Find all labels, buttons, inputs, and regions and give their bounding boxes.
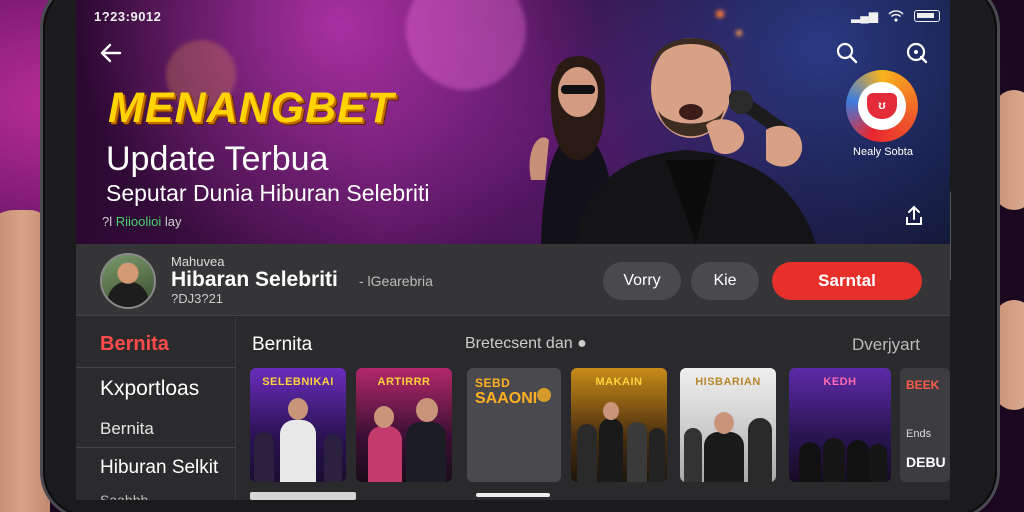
video-thumbnail[interactable]: KEDH: [789, 368, 891, 482]
hero-subtitle: Update Terbua: [106, 140, 329, 178]
signal-icon: ▂▄▆: [851, 9, 878, 23]
hero-tagline: Seputar Dunia Hiburan Selebriti: [106, 180, 430, 206]
thumbnail-figure: [847, 440, 869, 482]
thumbnail-figure: [684, 428, 702, 482]
channel-extra: - lGearebria: [359, 273, 433, 289]
thumbnail-face: [603, 402, 619, 420]
home-indicator[interactable]: [476, 493, 550, 497]
back-arrow-icon[interactable]: [98, 40, 124, 66]
hero-meta: ?l Riioolioi lay: [102, 214, 182, 229]
sidebar-item-active[interactable]: Bernita: [100, 333, 169, 356]
share-icon[interactable]: [902, 204, 926, 228]
sidebar-item[interactable]: Kxportloas: [100, 377, 199, 401]
thumbnail-figure: [627, 422, 647, 482]
man-singer-figure: [576, 38, 816, 244]
thumbnail-figure: [869, 444, 887, 482]
thumbnail-face: [714, 412, 734, 434]
thumbnail-face: [288, 398, 308, 420]
video-thumbnail[interactable]: MAKAIN: [571, 368, 667, 482]
thumbnail-label: HISBARIAN: [695, 376, 761, 388]
sidebar: Bernita Kxportloas Bernita Hiburan Selki…: [76, 317, 236, 500]
thumbnail-title: SAAONI: [475, 390, 538, 407]
status-time: 1?23:9012: [94, 9, 162, 24]
thumbnail-figure: [368, 426, 402, 482]
video-thumbnail[interactable]: HISBARIAN: [680, 368, 776, 482]
channel-bar: Mahuvea Hibaran Selebriti - lGearebria ?…: [76, 244, 950, 316]
thumbnail-figure: [799, 442, 821, 482]
thumbnail-label: SELEBNIKAI: [262, 376, 334, 388]
hero-banner: 1?23:9012 ▂▄▆ ʊ Nealy Sobta MENANGBET Up…: [76, 0, 950, 244]
thumbnail-figure: [280, 420, 316, 482]
status-bar: 1?23:9012 ▂▄▆: [94, 9, 940, 25]
hero-title: MENANGBET: [108, 84, 395, 132]
thumbnail-figure: [324, 434, 342, 482]
section-filter[interactable]: Bretecsent dan ●: [465, 335, 587, 353]
sidebar-item[interactable]: Saahhh: [100, 492, 148, 500]
hero-meta-suffix: lay: [164, 214, 182, 229]
hero-meta-highlight: Riioolioi: [115, 214, 162, 229]
badge-icon: [537, 388, 551, 402]
video-thumbnail[interactable]: SELEBNIKAI: [250, 368, 346, 482]
thumbnail-figure: [704, 432, 744, 482]
divider: [76, 447, 236, 448]
wifi-icon: [888, 10, 904, 22]
action-button-1[interactable]: Vorry: [603, 262, 681, 300]
thumbnail-label: ARTIRRR: [377, 376, 431, 388]
thumbnail-label: MAKAIN: [595, 376, 643, 388]
channel-subline: ?DJ3?21: [171, 291, 224, 306]
see-all-link[interactable]: Dverjyart: [852, 335, 920, 355]
video-thumbnail[interactable]: ARTIRRR: [356, 368, 452, 482]
brand-caption: Nealy Sobta: [853, 146, 913, 158]
primary-action-button[interactable]: Sarntal: [772, 262, 922, 300]
divider: [76, 367, 236, 368]
brand-logo[interactable]: ʊ: [846, 70, 918, 142]
channel-small-label: Mahuvea: [171, 254, 225, 269]
section-title: Bernita: [252, 334, 313, 355]
app-screen: 1?23:9012 ▂▄▆ ʊ Nealy Sobta MENANGBET Up…: [76, 0, 950, 500]
thumbnail-figure: [823, 438, 845, 482]
thumbnail-figure: [599, 418, 623, 482]
battery-icon: [914, 10, 940, 22]
video-thumbnail[interactable]: BEEK Ends DEBU: [900, 368, 950, 482]
thumbnail-figure: [649, 428, 665, 482]
brand-mark-icon: ʊ: [867, 93, 897, 119]
search-icon[interactable]: [904, 40, 930, 66]
thumbnail-figure: [406, 422, 446, 482]
hero-meta-prefix: ?l: [102, 214, 113, 229]
search-icon[interactable]: [834, 40, 860, 66]
chevron-icon: ●: [577, 335, 587, 352]
brand-logo-inner: ʊ: [858, 82, 906, 130]
thumbnail-tag: DEBU: [906, 454, 946, 470]
thumbnail-figure: [748, 418, 772, 482]
section-filter-label: Bretecsent dan: [465, 335, 573, 352]
video-thumbnail[interactable]: SEBD SAAONI: [467, 368, 561, 482]
channel-avatar[interactable]: [100, 253, 156, 309]
action-button-2[interactable]: Kie: [691, 262, 759, 300]
thumbnail-face: [416, 398, 438, 422]
sidebar-item[interactable]: Hiburan Selkit: [100, 457, 218, 479]
thumbnail-figure: [254, 432, 274, 482]
thumbnail-label: BEEK: [906, 378, 940, 392]
thumbnail-figure: [577, 424, 597, 482]
thumbnail-label: KEDH: [823, 376, 857, 388]
thumbnail-subtext: Ends: [906, 428, 932, 440]
channel-name[interactable]: Hibaran Selebriti: [171, 268, 338, 292]
scroll-indicator[interactable]: [250, 492, 356, 500]
content-section: Bernita Bretecsent dan ● Dverjyart SELEB…: [236, 317, 950, 500]
sidebar-item[interactable]: Bernita: [100, 419, 154, 439]
thumbnail-face: [374, 406, 394, 428]
